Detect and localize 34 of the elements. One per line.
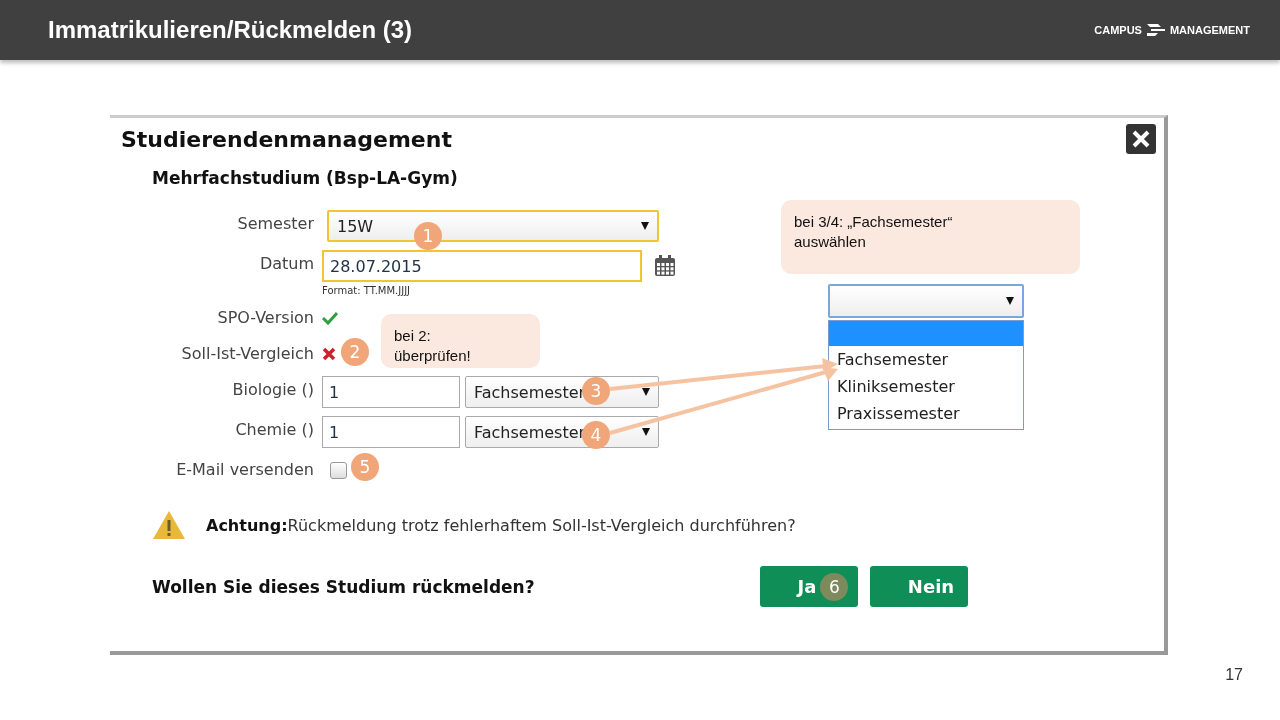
dialog-button[interactable]: Nein <box>870 566 968 607</box>
dialog-button[interactable]: Ja 6 <box>760 566 858 607</box>
dropdown-option[interactable]: Praxissemester <box>829 400 1023 427</box>
field-label: Datum <box>258 253 314 275</box>
warning-icon <box>152 510 186 540</box>
close-icon <box>1131 129 1151 149</box>
format-hint: Format: TT.MM.JJJJ <box>322 285 412 296</box>
slide-title: Immatrikulieren/Rückmelden (3) <box>48 16 413 44</box>
dialog-title: Studierendenmanagement <box>121 126 452 152</box>
field-label: Semester <box>236 213 314 235</box>
dropdown-option[interactable]: Kliniksemester <box>829 373 1023 400</box>
field-label: Chemie () <box>234 419 314 441</box>
close-button[interactable] <box>1126 124 1156 154</box>
semester-number-field[interactable]: 1 <box>322 416 460 448</box>
note-callout: bei 3/4: „Fachsemester“ auswählen <box>781 200 1080 274</box>
note-callout: bei 2: überprüfen! <box>381 314 540 368</box>
field-label: SPO-Version <box>216 307 314 329</box>
semester-number-field[interactable]: 1 <box>322 376 460 408</box>
warning-message: Achtung:Rückmeldung trotz fehlerhaftem Soll-Ist-Vergleich durchführen? <box>206 515 796 535</box>
dropdown-option[interactable]: Fachsemester <box>829 346 1023 373</box>
field-label: E-Mail versenden <box>175 459 314 481</box>
logo-icon <box>1144 23 1167 37</box>
step-badge: 6 <box>820 572 849 601</box>
logo-text: MANAGEMENT <box>1169 24 1250 36</box>
logo-text: CAMPUS <box>1094 24 1142 36</box>
checkbox[interactable] <box>330 461 347 479</box>
dropdown-select[interactable] <box>828 284 1024 318</box>
dialog-subtitle: Mehrfachstudium (Bsp-LA-Gym) <box>152 168 459 188</box>
calendar-icon[interactable] <box>654 255 676 277</box>
confirm-question: Wollen Sie dieses Studium rückmelden? <box>152 576 536 597</box>
date-field[interactable]: 28.07.2015 <box>322 250 642 282</box>
field-label: Biologie () <box>231 379 314 401</box>
field-label: Soll-Ist-Vergleich <box>180 343 314 365</box>
slide-number: 17 <box>1225 666 1243 684</box>
